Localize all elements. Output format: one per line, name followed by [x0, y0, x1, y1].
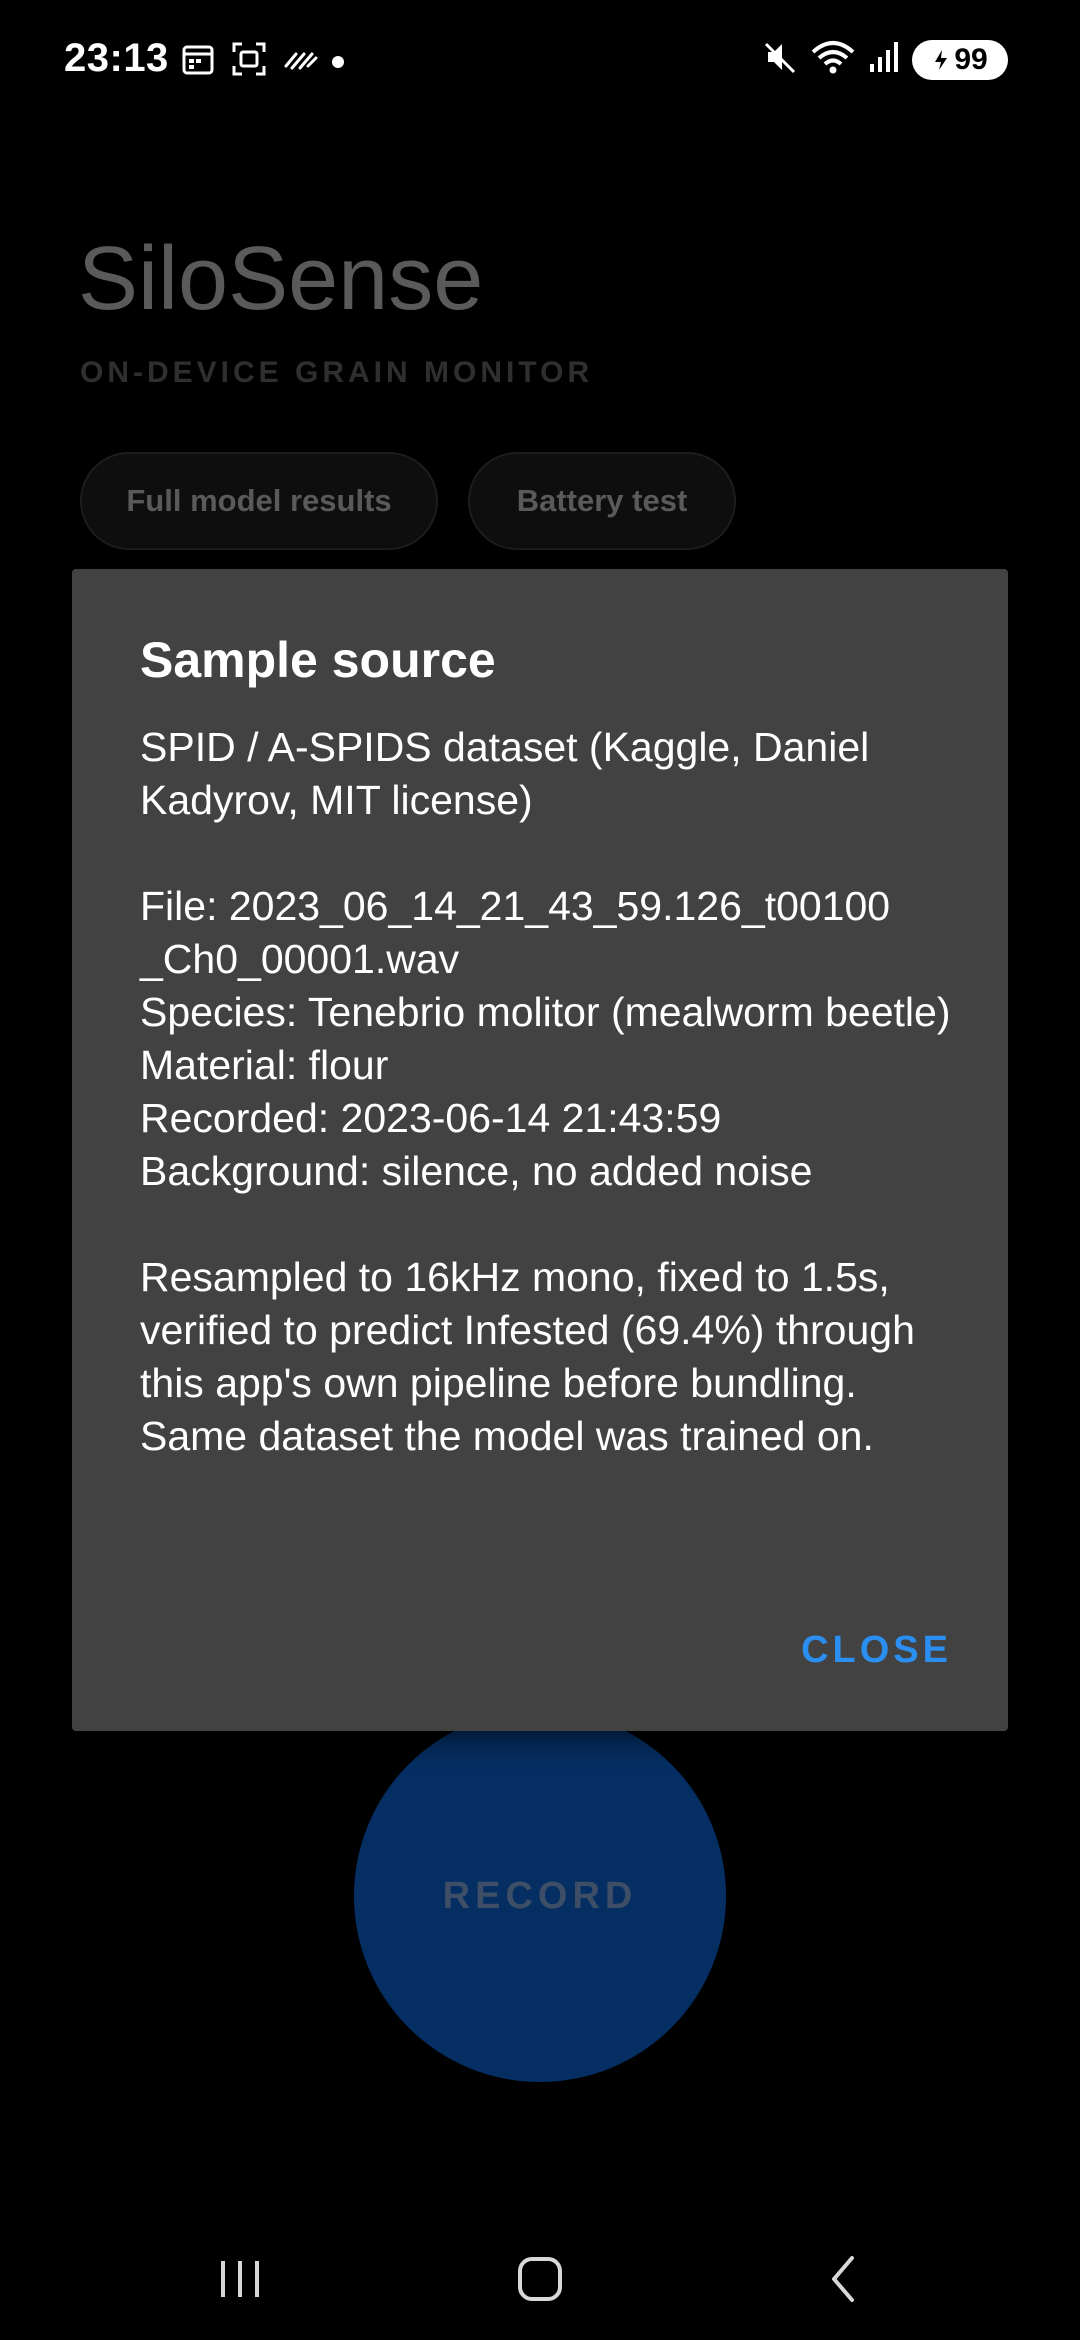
navigation-bar: [0, 2220, 1080, 2340]
recents-icon[interactable]: [200, 2244, 280, 2314]
dialog-body: SPID / A-SPIDS dataset (Kaggle, Daniel K…: [140, 721, 960, 1463]
back-icon[interactable]: [804, 2244, 884, 2314]
notes-paragraph: Resampled to 16kHz mono, fixed to 1.5s, …: [140, 1254, 915, 1459]
status-right-icons: 99: [762, 38, 1008, 81]
close-button[interactable]: CLOSE: [801, 1629, 952, 1672]
wave-icon: [282, 44, 318, 79]
status-time: 23:13: [64, 36, 169, 80]
background-line: Background: silence, no added noise: [140, 1148, 813, 1194]
species-line: Species: Tenebrio molitor (mealworm beet…: [140, 989, 951, 1035]
record-label: RECORD: [442, 1874, 638, 1917]
recorded-line: Recorded: 2023-06-14 21:43:59: [140, 1095, 722, 1141]
wifi-icon: [810, 38, 856, 81]
dot-icon: [332, 55, 344, 68]
dialog-title: Sample source: [140, 632, 496, 688]
material-line: Material: flour: [140, 1042, 389, 1088]
status-bar: 23:13 99: [0, 0, 1080, 124]
sample-source-dialog: Sample source SPID / A-SPIDS dataset (Ka…: [72, 569, 1008, 1731]
app-title: SiloSense: [78, 229, 484, 329]
full-model-results-button[interactable]: Full model results: [80, 452, 438, 550]
status-left-icons: [180, 40, 344, 83]
home-icon[interactable]: [500, 2244, 580, 2314]
battery-icon: 99: [912, 39, 1008, 80]
signal-icon: [868, 40, 900, 79]
file-line: File: 2023_06_14_21_43_59.126_t00100 _Ch…: [140, 883, 891, 982]
calendar-icon: [180, 41, 216, 82]
mute-icon: [762, 38, 798, 81]
app-subtitle: ON-DEVICE GRAIN MONITOR: [80, 356, 594, 389]
battery-level: 99: [954, 42, 988, 76]
record-button[interactable]: RECORD: [354, 1710, 726, 2082]
screenshot-icon: [230, 40, 268, 83]
source-line: SPID / A-SPIDS dataset (Kaggle, Daniel K…: [140, 724, 870, 823]
battery-test-button[interactable]: Battery test: [468, 452, 736, 550]
screen: 23:13 99 SiloSense ON-DEVICE GRAIN MONIT…: [0, 0, 1080, 2340]
